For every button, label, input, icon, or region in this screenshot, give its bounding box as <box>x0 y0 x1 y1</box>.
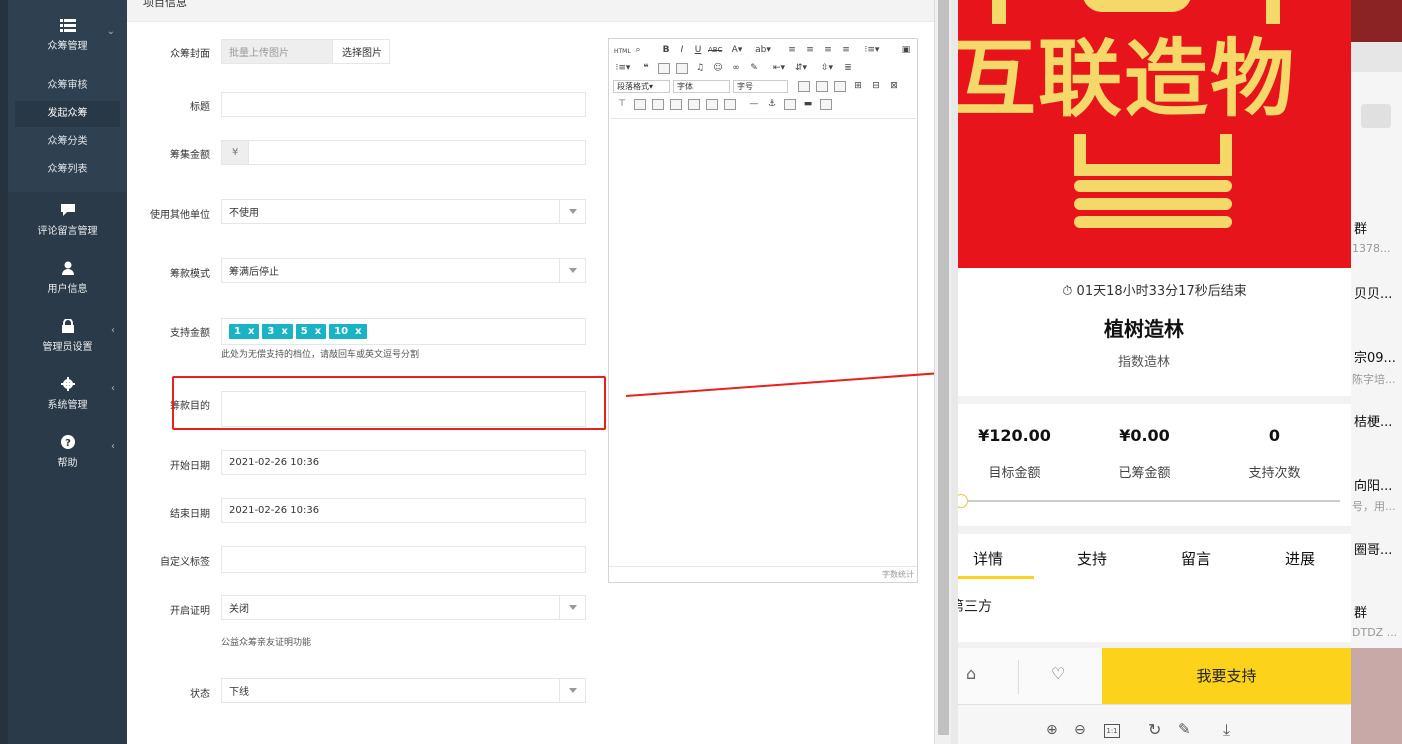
scroll-thumb[interactable] <box>938 0 949 735</box>
separator <box>1018 660 1019 694</box>
countdown: ⏱ 01天18小时33分17秒后结束 <box>958 280 1351 299</box>
chat-list-peek: 群 1378... 贝贝... 宗09... 陈字培... 桔梗... 向阳..… <box>1351 0 1402 744</box>
heart-icon[interactable]: ♡ <box>1051 664 1065 683</box>
stat-raised-label: 已筹金额 <box>1118 466 1171 481</box>
stat-target-label: 目标金额 <box>988 466 1041 481</box>
banner-deco <box>992 0 1006 24</box>
tab-comments[interactable]: 留言 <box>1166 548 1226 569</box>
zoom-in-icon[interactable]: ⊕ <box>1046 722 1058 738</box>
search-box[interactable] <box>1361 104 1391 128</box>
banner-deco <box>1266 0 1280 24</box>
header-strip <box>1351 42 1402 72</box>
stat-count-value: 0 <box>1268 426 1281 445</box>
divider <box>958 396 1351 404</box>
chat-title[interactable]: 桔梗... <box>1354 411 1392 430</box>
chat-title[interactable]: 群 <box>1354 218 1367 237</box>
download-icon[interactable]: ⤓ <box>1223 720 1230 740</box>
chat-title[interactable]: 向阳... <box>1354 475 1392 494</box>
tab-progress[interactable]: 进展 <box>1270 548 1330 569</box>
banner-title: 互联造物 <box>958 30 1297 128</box>
edit-icon[interactable]: ✎ <box>1178 720 1191 738</box>
chat-title[interactable]: 群 <box>1354 602 1367 621</box>
project-subtitle: 指数造林 <box>1117 355 1170 370</box>
stat-count-label: 支持次数 <box>1248 466 1301 481</box>
chat-subtitle: 号，用... <box>1352 500 1396 513</box>
zoom-out-icon[interactable]: ⊖ <box>1074 722 1086 738</box>
tab-underline <box>958 576 1034 579</box>
countdown-text: 01天18小时33分17秒后结束 <box>1076 284 1247 299</box>
banner-deco <box>1082 0 1192 12</box>
chat-title[interactable]: 贝贝... <box>1354 283 1392 302</box>
bottom-bar <box>958 648 1102 704</box>
progress-knob <box>958 494 968 508</box>
tab-details[interactable]: 详情 <box>958 548 1018 569</box>
background-image-strip <box>1351 648 1402 744</box>
stat-target-value: ¥120.00 <box>978 426 1051 445</box>
chat-subtitle: 陈字培... <box>1352 373 1396 386</box>
page-scrollbar[interactable] <box>934 0 951 744</box>
detail-text: 第三方 <box>958 599 992 615</box>
actual-size-icon[interactable]: 1:1 <box>1104 724 1120 738</box>
project-banner: 互联造物 <box>958 0 1351 268</box>
timer-icon: ⏱ <box>1062 284 1077 299</box>
background-app-strip <box>1351 0 1402 42</box>
phone-preview: 互联造物 ⏱ 01天18小时33分17秒后结束 植树造林 指数造林 ¥120.0… <box>958 0 1351 744</box>
tab-support[interactable]: 支持 <box>1062 548 1122 569</box>
chat-title[interactable]: 宗09... <box>1354 347 1396 366</box>
chat-subtitle: 1378... <box>1352 242 1391 255</box>
bulb-base-graphic <box>1074 134 1232 228</box>
divider <box>958 526 1351 534</box>
home-icon[interactable]: ⌂ <box>966 664 976 683</box>
stat-raised-value: ¥0.00 <box>1119 426 1170 445</box>
chat-subtitle: DTDZ ... <box>1352 626 1398 639</box>
chat-title[interactable]: 圈哥... <box>1354 539 1392 558</box>
project-title: 植树造林 <box>1104 317 1184 341</box>
progress-bar <box>966 500 1340 502</box>
rotate-icon[interactable]: ↻ <box>1148 720 1161 739</box>
support-button[interactable]: 我要支持 <box>1102 648 1351 704</box>
